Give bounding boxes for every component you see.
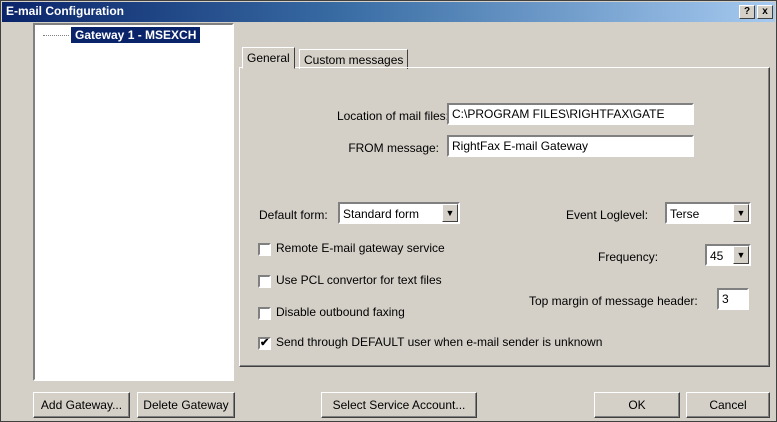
event-loglevel-value: Terse <box>670 207 700 221</box>
email-configuration-dialog: E-mail Configuration ? x Gateway 1 - MSE… <box>0 0 777 422</box>
mail-location-field[interactable]: C:\PROGRAM FILES\RIGHTFAX\GATE <box>447 103 694 125</box>
cancel-button[interactable]: Cancel <box>686 392 770 418</box>
top-margin-label: Top margin of message header: <box>529 294 698 308</box>
send-default-user-checkbox[interactable]: ✔ <box>258 337 271 350</box>
tab-general[interactable]: General <box>242 47 295 69</box>
tree-item-gateway-1[interactable]: Gateway 1 - MSEXCH <box>71 27 201 43</box>
title-bar[interactable]: E-mail Configuration ? x <box>2 2 775 22</box>
default-form-value: Standard form <box>343 207 420 221</box>
ok-button[interactable]: OK <box>594 392 680 418</box>
frequency-value: 45 <box>710 249 724 263</box>
frequency-label: Frequency: <box>598 250 659 264</box>
disable-outbound-checkbox[interactable] <box>258 307 271 320</box>
tree-connector <box>43 35 69 36</box>
from-message-label: FROM message: <box>348 141 439 155</box>
remote-gateway-label: Remote E-mail gateway service <box>276 241 445 255</box>
pcl-convertor-checkbox[interactable] <box>258 275 271 288</box>
pcl-convertor-label: Use PCL convertor for text files <box>276 273 442 287</box>
from-message-field[interactable]: RightFax E-mail Gateway <box>447 135 694 157</box>
close-button[interactable]: x <box>757 5 773 19</box>
check-mark-icon: ✔ <box>260 337 270 349</box>
default-form-label: Default form: <box>259 208 328 222</box>
general-tab-panel: Location of mail files: C:\PROGRAM FILES… <box>239 67 770 367</box>
event-loglevel-label: Event Loglevel: <box>566 208 649 222</box>
chevron-down-icon[interactable]: ▼ <box>442 204 458 222</box>
default-form-dropdown[interactable]: Standard form ▼ <box>338 202 460 224</box>
add-gateway-button[interactable]: Add Gateway... <box>33 392 130 418</box>
remote-gateway-checkbox[interactable] <box>258 243 271 256</box>
chevron-down-icon[interactable]: ▼ <box>733 204 749 222</box>
select-service-account-button[interactable]: Select Service Account... <box>321 392 477 418</box>
tab-custom-messages[interactable]: Custom messages <box>299 49 409 69</box>
gateway-tree[interactable]: Gateway 1 - MSEXCH <box>33 23 234 381</box>
help-button[interactable]: ? <box>739 5 755 19</box>
mail-location-label: Location of mail files: <box>336 109 449 123</box>
top-margin-field[interactable]: 3 <box>717 288 749 310</box>
frequency-dropdown[interactable]: 45 ▼ <box>705 244 751 266</box>
chevron-down-icon[interactable]: ▼ <box>733 246 749 264</box>
send-default-user-label: Send through DEFAULT user when e-mail se… <box>276 335 603 349</box>
window-title: E-mail Configuration <box>6 4 124 18</box>
delete-gateway-button[interactable]: Delete Gateway <box>137 392 235 418</box>
event-loglevel-dropdown[interactable]: Terse ▼ <box>665 202 751 224</box>
disable-outbound-label: Disable outbound faxing <box>276 305 405 319</box>
